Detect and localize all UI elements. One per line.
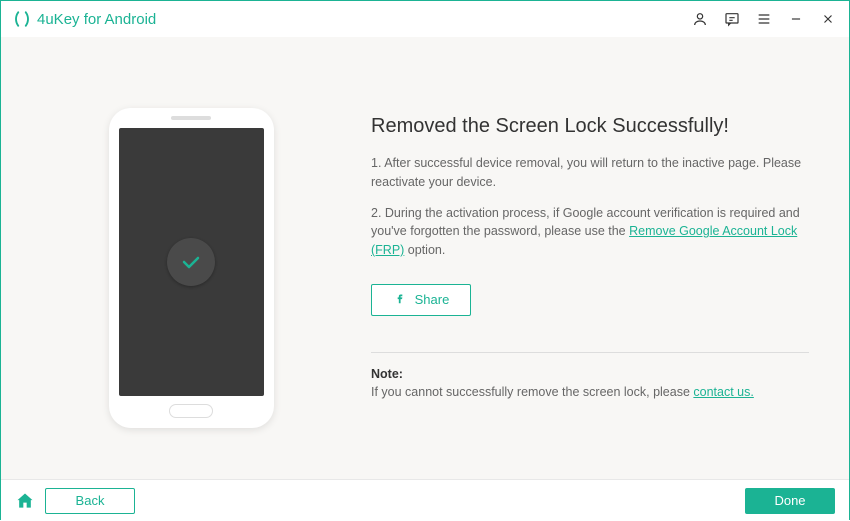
done-button[interactable]: Done <box>745 488 835 514</box>
phone-column <box>61 77 321 459</box>
user-icon[interactable] <box>691 10 709 28</box>
note-text: If you cannot successfully remove the sc… <box>371 385 809 399</box>
facebook-icon <box>393 291 407 308</box>
instruction-1: 1. After successful device removal, you … <box>371 154 809 192</box>
content-area: Removed the Screen Lock Successfully! 1.… <box>1 37 849 479</box>
share-button[interactable]: Share <box>371 284 471 316</box>
share-button-label: Share <box>415 292 450 307</box>
titlebar-right <box>691 10 837 28</box>
app-logo-icon <box>13 10 31 28</box>
contact-us-link[interactable]: contact us. <box>693 385 753 399</box>
feedback-icon[interactable] <box>723 10 741 28</box>
app-title: 4uKey for Android <box>37 11 156 28</box>
success-check-icon <box>167 238 215 286</box>
divider <box>371 352 809 353</box>
footer: Back Done <box>1 479 849 521</box>
phone-speaker <box>171 116 211 120</box>
menu-icon[interactable] <box>755 10 773 28</box>
phone-home-button <box>169 404 213 418</box>
close-icon[interactable] <box>819 10 837 28</box>
titlebar-left: 4uKey for Android <box>13 10 156 28</box>
phone-mockup <box>109 108 274 428</box>
success-heading: Removed the Screen Lock Successfully! <box>371 115 809 138</box>
minimize-icon[interactable] <box>787 10 805 28</box>
note-text-pre: If you cannot successfully remove the sc… <box>371 385 693 399</box>
home-icon[interactable] <box>15 491 35 511</box>
titlebar: 4uKey for Android <box>1 1 849 37</box>
instruction-2: 2. During the activation process, if Goo… <box>371 204 809 260</box>
info-column: Removed the Screen Lock Successfully! 1.… <box>321 77 809 459</box>
instruction-2-post: option. <box>404 243 445 257</box>
phone-screen <box>119 128 264 396</box>
note-label: Note: <box>371 367 809 381</box>
back-button[interactable]: Back <box>45 488 135 514</box>
